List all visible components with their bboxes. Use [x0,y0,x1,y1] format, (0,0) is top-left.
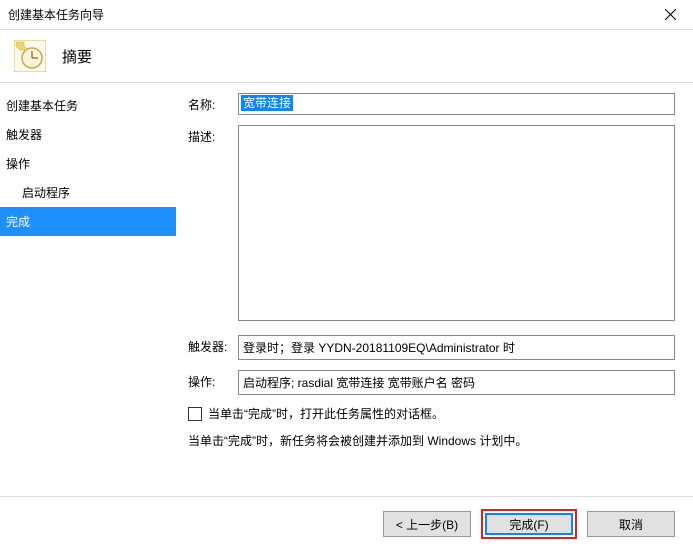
sidebar-item-start-program[interactable]: 启动程序 [0,178,176,207]
back-button[interactable]: < 上一步(B) [383,511,471,537]
main-area: 创建基本任务 触发器 操作 启动程序 完成 名称: 宽带连接 描述: 触发器: … [0,83,693,496]
action-label: 操作: [188,370,238,390]
finish-button[interactable]: 完成(F) [485,513,573,535]
titlebar: 创建基本任务向导 [0,0,693,30]
trigger-label: 触发器: [188,335,238,355]
wizard-footer: < 上一步(B) 完成(F) 取消 [0,496,693,551]
row-name: 名称: 宽带连接 [188,93,675,115]
cancel-button[interactable]: 取消 [587,511,675,537]
name-input-value: 宽带连接 [241,95,293,111]
row-description: 描述: [188,125,675,321]
sidebar-item-action[interactable]: 操作 [0,149,176,178]
wizard-header: 摘要 [0,30,693,82]
trigger-value[interactable]: 登录时；登录 YYDN-20181109EQ\Administrator 时 [238,335,675,360]
open-properties-row: 当单击“完成”时，打开此任务属性的对话框。 [188,405,675,422]
finish-button-highlight: 完成(F) [481,509,577,539]
sidebar-item-create-task[interactable]: 创建基本任务 [0,91,176,120]
wizard-sidebar: 创建基本任务 触发器 操作 启动程序 完成 [0,83,176,496]
name-input[interactable]: 宽带连接 [238,93,675,115]
page-title: 摘要 [62,46,92,67]
row-action: 操作: 启动程序; rasdial 宽带连接 宽带账户名 密码 [188,370,675,395]
description-input[interactable] [238,125,675,321]
action-value[interactable]: 启动程序; rasdial 宽带连接 宽带账户名 密码 [238,370,675,395]
info-text: 当单击“完成”时，新任务将会被创建并添加到 Windows 计划中。 [188,432,675,449]
row-trigger: 触发器: 登录时；登录 YYDN-20181109EQ\Administrato… [188,335,675,360]
close-icon [665,9,676,20]
name-label: 名称: [188,93,238,113]
sidebar-item-finish[interactable]: 完成 [0,207,176,236]
open-properties-label: 当单击“完成”时，打开此任务属性的对话框。 [208,405,444,422]
content-area: 名称: 宽带连接 描述: 触发器: 登录时；登录 YYDN-20181109EQ… [176,83,693,496]
sidebar-item-trigger[interactable]: 触发器 [0,120,176,149]
description-label: 描述: [188,125,238,145]
close-button[interactable] [648,0,693,30]
open-properties-checkbox[interactable] [188,407,202,421]
window-title: 创建基本任务向导 [8,6,104,23]
clock-icon [14,40,46,72]
